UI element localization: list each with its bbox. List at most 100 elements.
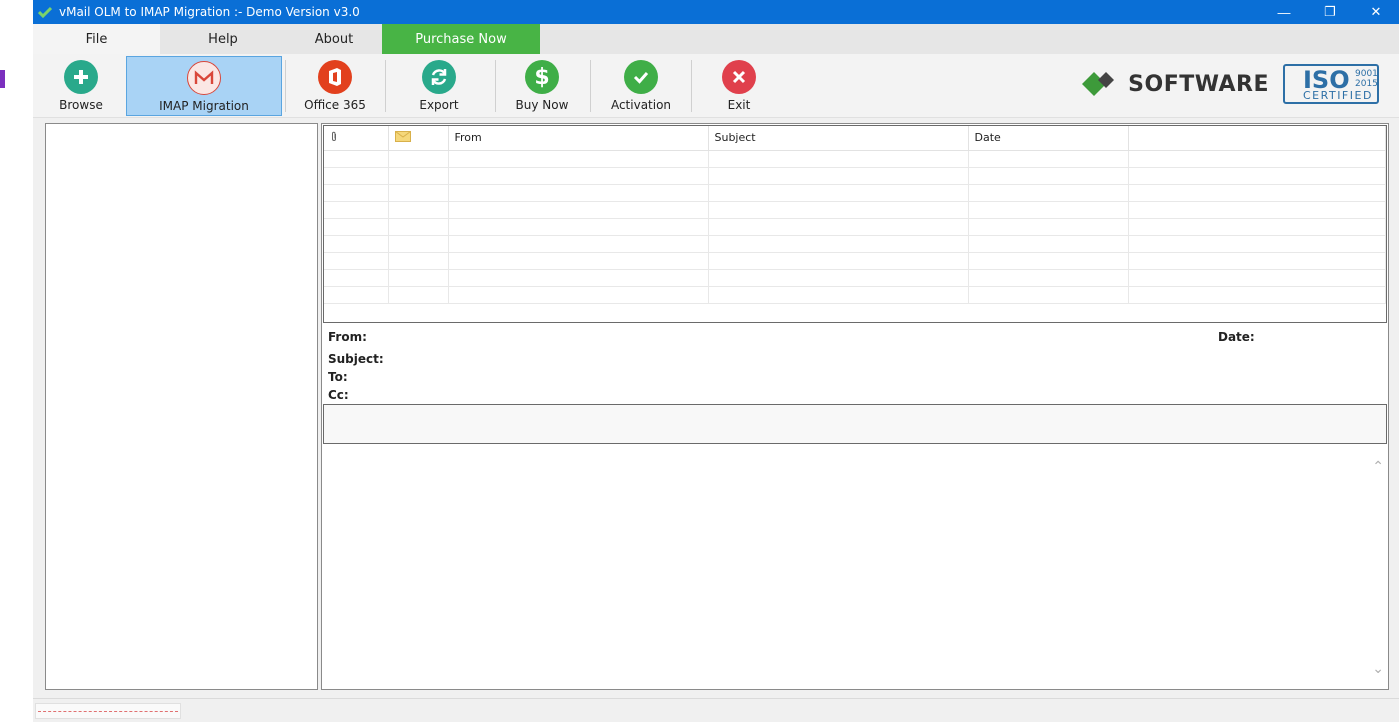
title-bar: vMail OLM to IMAP Migration :- Demo Vers… (33, 0, 1399, 24)
read-status-column-header[interactable] (388, 126, 449, 151)
table-cell (324, 167, 389, 185)
gmail-icon (187, 61, 221, 95)
status-progress-placeholder (35, 703, 181, 719)
table-cell (1128, 150, 1386, 168)
table-cell (324, 252, 389, 270)
menu-purchase-now[interactable]: Purchase Now (382, 24, 540, 54)
activation-label: Activation (610, 98, 672, 112)
menu-about[interactable]: About (286, 24, 382, 54)
table-cell (708, 286, 969, 304)
table-cell (1128, 269, 1386, 287)
message-list-grid[interactable]: From Subject Date (323, 125, 1387, 323)
subject-column-header[interactable]: Subject (708, 126, 969, 151)
table-row[interactable] (324, 167, 1386, 185)
attachment-box (323, 404, 1387, 444)
menu-file[interactable]: File (33, 24, 160, 54)
dollar-icon: $ (525, 60, 559, 94)
table-cell (1128, 235, 1386, 253)
close-window-button[interactable]: ✕ (1353, 0, 1399, 24)
export-button[interactable]: Export (409, 56, 469, 116)
table-cell (708, 167, 969, 185)
to-label: To: (328, 370, 348, 384)
table-cell (968, 235, 1129, 253)
table-cell (388, 184, 449, 202)
extra-column-header (1128, 126, 1386, 151)
table-cell (324, 286, 389, 304)
toolbar-separator (285, 60, 286, 112)
table-cell (708, 218, 969, 236)
iso-certified-badge: ISO 9001 2015 CERTIFIED (1283, 64, 1379, 104)
table-cell (448, 235, 709, 253)
table-row[interactable] (324, 235, 1386, 253)
toolbar-separator (385, 60, 386, 112)
message-list-header: From Subject Date (324, 126, 1386, 151)
table-cell (448, 150, 709, 168)
browse-label: Browse (59, 98, 103, 112)
buy-now-button[interactable]: $ Buy Now (511, 56, 573, 116)
attachment-column-header[interactable] (324, 126, 389, 151)
table-row[interactable] (324, 218, 1386, 236)
minimize-button[interactable]: — (1261, 0, 1307, 24)
table-cell (388, 150, 449, 168)
table-cell (1128, 286, 1386, 304)
export-label: Export (419, 98, 459, 112)
activation-button[interactable]: Activation (608, 56, 674, 116)
table-row[interactable] (324, 184, 1386, 202)
app-logo-icon (37, 4, 53, 20)
table-cell (388, 252, 449, 270)
browse-button[interactable]: Browse (53, 56, 109, 116)
office365-icon (318, 60, 352, 94)
office365-button[interactable]: Office 365 (301, 56, 369, 116)
toolbar: Browse IMAP Migration Office 365 Export (33, 54, 1399, 118)
table-cell (708, 252, 969, 270)
table-cell (324, 201, 389, 219)
table-cell (968, 269, 1129, 287)
table-cell (968, 286, 1129, 304)
table-cell (324, 150, 389, 168)
close-icon (722, 60, 756, 94)
from-label: From: (328, 330, 367, 344)
table-row[interactable] (324, 252, 1386, 270)
table-cell (968, 252, 1129, 270)
table-cell (388, 167, 449, 185)
iso-year-1: 9001 (1355, 69, 1378, 79)
table-row[interactable] (324, 150, 1386, 168)
imap-migration-button[interactable]: IMAP Migration (126, 56, 282, 116)
app-window: vMail OLM to IMAP Migration :- Demo Vers… (33, 0, 1399, 722)
menu-help[interactable]: Help (160, 24, 286, 54)
table-cell (1128, 218, 1386, 236)
date-label: Date: (1218, 330, 1255, 344)
scroll-down-icon[interactable]: ⌄ (1372, 660, 1384, 677)
restore-button[interactable]: ❐ (1307, 0, 1353, 24)
buy-now-label: Buy Now (515, 98, 569, 112)
table-cell (1128, 201, 1386, 219)
window-title: vMail OLM to IMAP Migration :- Demo Vers… (59, 5, 360, 19)
plus-icon (64, 60, 98, 94)
check-icon (624, 60, 658, 94)
table-cell (448, 218, 709, 236)
exit-button[interactable]: Exit (713, 56, 765, 116)
table-cell (448, 201, 709, 219)
folder-tree-pane[interactable] (45, 123, 318, 690)
table-row[interactable] (324, 286, 1386, 304)
table-cell (448, 252, 709, 270)
table-cell (1128, 167, 1386, 185)
table-cell (968, 201, 1129, 219)
table-row[interactable] (324, 269, 1386, 287)
table-cell (448, 167, 709, 185)
table-row[interactable] (324, 201, 1386, 219)
toolbar-separator (691, 60, 692, 112)
refresh-icon (422, 60, 456, 94)
date-column-header[interactable]: Date (968, 126, 1129, 151)
paperclip-icon (332, 131, 336, 141)
imap-migration-label: IMAP Migration (159, 99, 249, 113)
table-cell (324, 235, 389, 253)
table-cell (708, 235, 969, 253)
scroll-up-icon[interactable]: ⌃ (1372, 458, 1384, 475)
menu-bar: File Help About Purchase Now (33, 24, 1399, 54)
table-cell (968, 150, 1129, 168)
table-cell (324, 184, 389, 202)
toolbar-separator (495, 60, 496, 112)
subject-label: Subject: (328, 352, 384, 366)
from-column-header[interactable]: From (448, 126, 709, 151)
